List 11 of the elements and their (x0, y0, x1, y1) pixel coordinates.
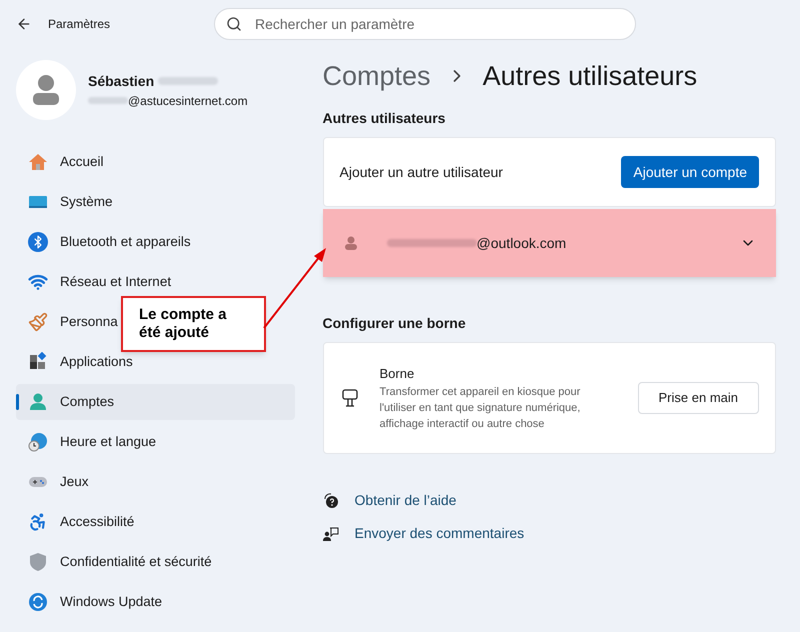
user-name: Sébastien (88, 72, 154, 90)
window-title: Paramètres (48, 16, 112, 33)
kiosk-title: Borne (380, 365, 416, 384)
callout-text: Le compte a été ajouté (139, 306, 228, 342)
section-heading: Autres utilisateurs (322, 109, 446, 128)
section-heading: Configurer une borne (322, 314, 467, 333)
user-email: @outlook.com (476, 234, 566, 252)
kiosk-description: Transformer cet appareil en kiosque pour l'utiliser en tant que signature numérique, affichage interactif ou autre chose (380, 384, 582, 432)
page-title: Autres utilisateurs (482, 60, 698, 93)
user-email: @astucesinternet.com (128, 92, 248, 110)
add-user-label: Ajouter un autre utilisateur (340, 162, 503, 182)
